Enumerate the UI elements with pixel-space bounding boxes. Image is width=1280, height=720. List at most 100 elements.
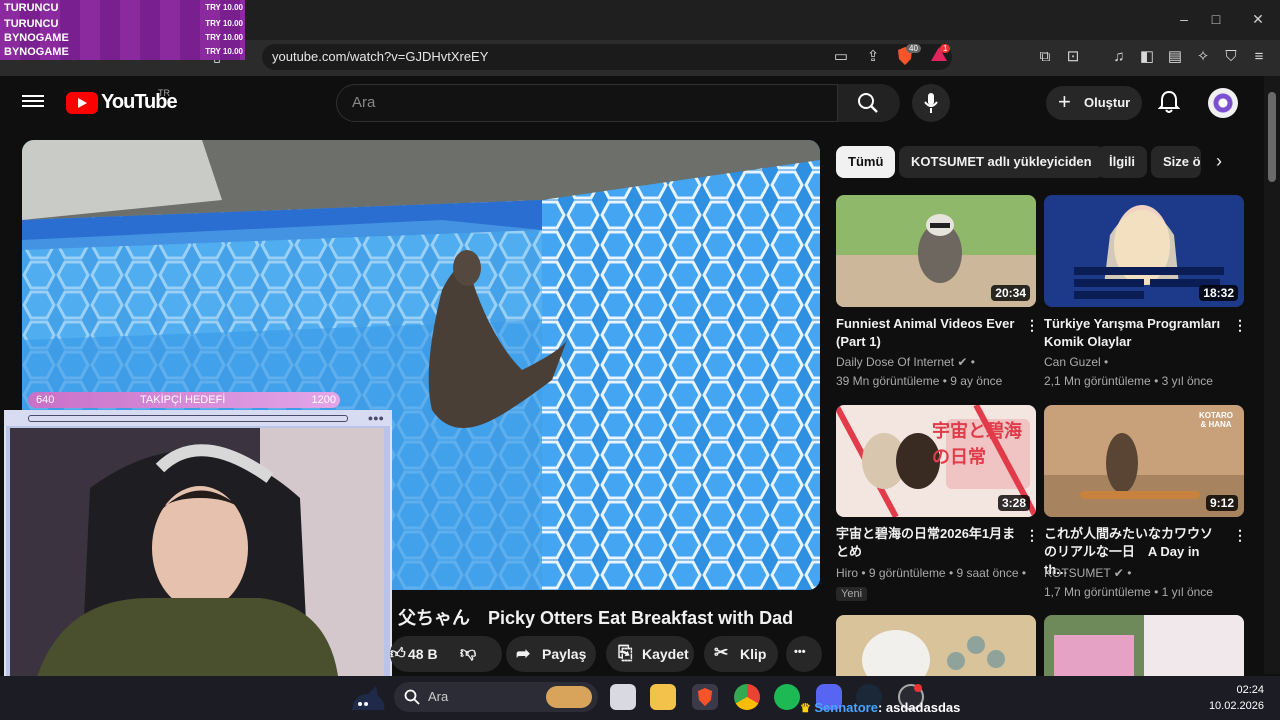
recommendation-channel[interactable]: Can Guzel • xyxy=(1044,353,1244,371)
task-view-icon[interactable] xyxy=(610,684,636,710)
close-window-button[interactable]: ✕ xyxy=(1246,8,1270,30)
verified-icon: ✔ xyxy=(957,355,968,369)
recommendation-menu-icon[interactable]: ⋮ xyxy=(1025,526,1039,544)
microphone-icon xyxy=(924,93,938,113)
recommendation-thumbnail[interactable] xyxy=(1044,615,1244,676)
recommendation-thumbnail[interactable] xyxy=(836,615,1036,676)
taskbar-search-input[interactable]: Ara xyxy=(394,682,598,712)
video-title-jp: 父ちゃん xyxy=(398,608,470,628)
notifications-bell-icon[interactable] xyxy=(1157,90,1181,114)
browser-menu-icon[interactable]: ≡ xyxy=(1248,46,1270,68)
screenshot-icon[interactable]: ⊡ xyxy=(1062,46,1084,68)
share-page-icon[interactable]: ⇪ xyxy=(862,46,884,68)
verified-icon: ✔ xyxy=(1113,566,1124,580)
recommendation-menu-icon[interactable]: ⋮ xyxy=(1233,526,1247,544)
recommendation-channel[interactable]: KOTSUMET ✔ • xyxy=(1044,564,1244,582)
clip-label: Klip xyxy=(740,646,767,662)
donation-alerts-panel: TURUNCU TRY 10.00 TURUNCU TRY 10.00 BYNOGA… xyxy=(0,0,245,60)
recommendation-title[interactable]: Türkiye Yarışma Programları Komik Olayla… xyxy=(1044,315,1224,351)
search-highlight-icon xyxy=(546,686,592,708)
region-code: TR xyxy=(158,88,170,98)
chat-username: Sennatore xyxy=(814,700,878,715)
more-icon: ••• xyxy=(794,646,806,658)
spotify-icon[interactable] xyxy=(774,684,800,710)
chip-related[interactable]: İlgili xyxy=(1097,146,1147,178)
extensions-icon[interactable]: ⧉ xyxy=(1034,46,1056,68)
search-icon xyxy=(404,689,420,705)
recommendation-thumbnail[interactable]: KOTARO & HANA 9:12 xyxy=(1044,405,1244,517)
search-icon xyxy=(858,93,878,113)
dislike-icon[interactable]: 👎︎ xyxy=(460,644,476,663)
recommendation-thumbnail[interactable]: 宇宙と碧海の日常 3:28 xyxy=(836,405,1036,517)
chip-all[interactable]: Tümü xyxy=(836,146,896,178)
youtube-logo-icon[interactable] xyxy=(66,92,98,114)
recommendation-menu-icon[interactable]: ⋮ xyxy=(1233,316,1247,334)
webcam-feed xyxy=(10,428,384,704)
share-button[interactable]: ➦ Paylaş xyxy=(506,636,596,672)
clock-date: 10.02.2026 xyxy=(1208,700,1264,712)
follower-goal-bar: 640 TAKİPÇİ HEDEFİ 1200 xyxy=(28,392,340,408)
wallet-icon[interactable]: ▤ xyxy=(1164,46,1186,68)
taskbar-search-placeholder: Ara xyxy=(428,689,449,704)
video-duration: 3:28 xyxy=(997,495,1030,511)
voice-search-button[interactable] xyxy=(912,84,950,122)
thumbnail-caption: KOTARO & HANA xyxy=(1198,411,1234,429)
windows-taskbar xyxy=(0,676,1280,720)
recommendation-stats: Hiro • 9 görüntüleme • 9 saat önce • xyxy=(836,566,1027,580)
maximize-button[interactable]: □ xyxy=(1204,8,1228,30)
chat-text: : asdadasdas xyxy=(877,700,961,715)
clip-button[interactable]: ✂ Klip xyxy=(704,636,778,672)
scrollbar-thumb[interactable] xyxy=(1268,92,1276,182)
thumbnail-caption: 宇宙と碧海の日常 xyxy=(932,421,1022,467)
recommendation-stats: 1,7 Mn görüntüleme • 1 yıl önce xyxy=(1044,585,1213,599)
save-bookmark-icon: ⎘ xyxy=(618,643,633,663)
recommendation-stats: 2,1 Mn görüntüleme • 3 yıl önce xyxy=(1044,374,1213,388)
vpn-shield-icon[interactable]: ⛉ xyxy=(1220,46,1242,68)
share-icon: ➦ xyxy=(516,644,531,663)
scissors-icon: ✂ xyxy=(714,643,729,662)
url-text[interactable]: youtube.com/watch?v=GJDHvtXreEY xyxy=(272,49,488,64)
more-actions-button[interactable]: ••• xyxy=(786,636,822,672)
save-label: Kaydet xyxy=(642,646,689,662)
video-title: 父ちゃん Picky Otters Eat Breakfast with Dad xyxy=(398,604,793,630)
shields-count-badge: 40 xyxy=(906,44,921,53)
recommendation-thumbnail[interactable]: 18:32 xyxy=(1044,195,1244,307)
recommendation-menu-icon[interactable]: ⋮ xyxy=(1025,316,1039,334)
brave-browser-icon[interactable] xyxy=(692,684,718,710)
video-duration: 9:12 xyxy=(1205,495,1238,511)
media-icon[interactable]: ♫ xyxy=(1108,46,1130,68)
chrome-icon[interactable] xyxy=(734,684,760,710)
like-icon[interactable]: 👍︎ xyxy=(390,645,406,663)
recommendation-stats: 39 Mn görüntüleme • 9 ay önce xyxy=(836,374,1003,388)
recommendation-thumbnail[interactable]: 20:34 xyxy=(836,195,1036,307)
cast-icon[interactable]: ▭ xyxy=(830,46,852,68)
alert-row: TURUNCU TRY 10.00 xyxy=(4,18,243,30)
chip-scroll-right-button[interactable]: › xyxy=(1204,146,1240,178)
recording-indicator xyxy=(914,684,922,692)
webcam-frame-titlebar: ●●● xyxy=(4,410,392,426)
video-title-main: Picky Otters Eat Breakfast with Dad xyxy=(488,608,794,628)
recommendation-channel[interactable]: Daily Dose Of Internet ✔ • xyxy=(836,353,1036,371)
leo-ai-icon[interactable]: ✧ xyxy=(1192,46,1214,68)
alert-row: BYNOGAME TRY 10.00 xyxy=(4,32,243,44)
search-button[interactable] xyxy=(838,84,900,122)
search-placeholder: Ara xyxy=(352,94,376,111)
chip-from-uploader[interactable]: KOTSUMET adlı yükleyiciden xyxy=(899,146,1104,178)
clock-time: 02:24 xyxy=(1236,684,1264,696)
save-button[interactable]: ⎘ Kaydet xyxy=(606,636,694,672)
recommendation-title[interactable]: Funniest Animal Videos Ever (Part 1) xyxy=(836,315,1016,351)
like-count[interactable]: 48 B xyxy=(408,646,438,662)
chip-for-you[interactable]: Size ö xyxy=(1151,146,1201,178)
file-explorer-icon[interactable] xyxy=(650,684,676,710)
sidebar-icon[interactable]: ◧ xyxy=(1136,46,1158,68)
minimize-button[interactable]: – xyxy=(1172,8,1196,30)
taskbar-clock[interactable]: 02:24 10.02.2026 xyxy=(1200,682,1264,714)
search-input[interactable] xyxy=(336,84,838,122)
recommendation-title[interactable]: 宇宙と碧海の日常2026年1月まとめ xyxy=(836,525,1016,561)
video-duration: 18:32 xyxy=(1199,285,1238,301)
video-duration: 20:34 xyxy=(991,285,1030,301)
share-label: Paylaş xyxy=(542,646,587,662)
account-avatar[interactable] xyxy=(1208,88,1238,118)
hamburger-menu-icon[interactable] xyxy=(22,92,44,110)
follower-goal-target: 1200 xyxy=(311,394,336,406)
